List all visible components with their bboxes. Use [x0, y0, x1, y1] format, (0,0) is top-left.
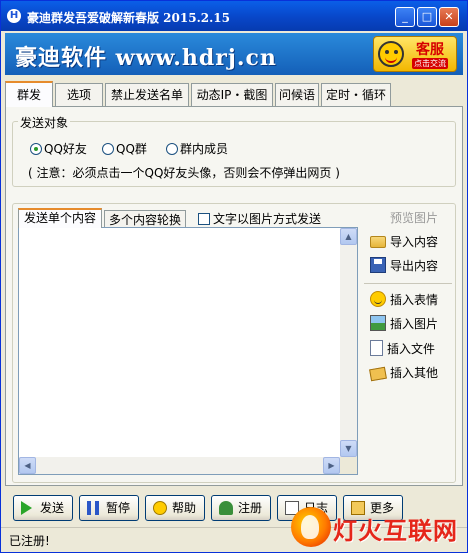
tab-dynamic-ip-screenshot[interactable]: 动态IP・截图 — [191, 83, 273, 107]
pause-button[interactable]: 暂停 — [79, 495, 139, 521]
radio-indicator — [166, 143, 178, 155]
file-icon — [370, 340, 383, 356]
status-text: 已注册! — [9, 534, 50, 548]
side-divider — [364, 283, 452, 284]
picture-icon — [370, 315, 386, 331]
insert-other-button[interactable]: 插入其他 — [369, 363, 439, 383]
smiley-face-icon — [378, 41, 404, 67]
scroll-down-arrow-icon[interactable]: ▼ — [340, 440, 357, 457]
import-content-button[interactable]: 导入内容 — [370, 232, 438, 252]
insert-other-label: 插入其他 — [390, 366, 439, 380]
play-icon — [21, 501, 32, 515]
radio-indicator — [102, 143, 114, 155]
tab-mass-send[interactable]: 群发 — [5, 81, 53, 107]
insert-emoji-button[interactable]: 插入表情 — [370, 290, 438, 310]
help-button-label: 帮助 — [172, 501, 197, 515]
radio-group-members-label: 群内成员 — [180, 142, 229, 156]
insert-image-button[interactable]: 插入图片 — [370, 314, 438, 334]
smiley-icon — [370, 291, 386, 307]
pause-button-label: 暂停 — [106, 501, 131, 515]
insert-file-label: 插入文件 — [387, 342, 436, 356]
main-window: H 豪迪群发吾爱破解新春版 2015.2.15 _ □ ✕ 豪迪软件 www.h… — [0, 0, 468, 553]
customer-service-label: 客服 — [416, 42, 444, 58]
send-button[interactable]: 发送 — [13, 495, 73, 521]
insert-emoji-label: 插入表情 — [390, 293, 439, 307]
radio-selected-indicator — [30, 143, 42, 155]
tab-schedule-loop[interactable]: 定时・循环 — [321, 83, 391, 107]
minimize-button[interactable]: _ — [395, 7, 415, 27]
import-content-label: 导入内容 — [390, 235, 439, 249]
horizontal-scrollbar[interactable]: ◀ ▶ — [19, 457, 340, 474]
scroll-right-arrow-icon[interactable]: ▶ — [323, 457, 340, 474]
insert-file-button[interactable]: 插入文件 — [370, 339, 435, 359]
brand-logo-text: 豪迪软件 www.hdrj.cn — [15, 45, 277, 71]
window-title: 豪迪群发吾爱破解新春版 2015.2.15 — [27, 11, 230, 25]
send-button-label: 发送 — [40, 501, 65, 515]
image-mode-checkbox[interactable]: 文字以图片方式发送 — [198, 212, 321, 226]
radio-qq-groups[interactable]: QQ群 — [102, 142, 147, 156]
radio-qq-groups-label: QQ群 — [116, 142, 147, 156]
save-disk-icon — [370, 257, 386, 273]
watermark-text: 灯火互联网 — [333, 517, 458, 545]
vertical-scrollbar[interactable]: ▲ ▼ — [340, 228, 357, 457]
export-content-button[interactable]: 导出内容 — [370, 256, 438, 276]
close-button[interactable]: ✕ — [439, 7, 459, 27]
customer-service-button[interactable]: 客服 点击交流 — [373, 36, 457, 72]
message-editor[interactable]: ▲ ▼ ◀ ▶ — [18, 227, 358, 475]
radio-group-members[interactable]: 群内成员 — [166, 142, 228, 156]
folder-open-icon — [370, 236, 386, 248]
customer-service-sublabel: 点击交流 — [412, 58, 448, 69]
radio-qq-friends[interactable]: QQ好友 — [30, 142, 87, 156]
checkbox-box — [198, 213, 210, 225]
register-button[interactable]: 注册 — [211, 495, 271, 521]
register-button-label: 注册 — [238, 501, 263, 515]
brand-banner: 豪迪软件 www.hdrj.cn 客服 点击交流 — [5, 33, 463, 75]
clip-icon — [369, 366, 387, 382]
mass-send-panel: 发送对象 QQ好友 QQ群 群内成员 ( 注意：必须点击一个QQ好友头像，否则会… — [5, 106, 463, 486]
subtab-single-content[interactable]: 发送单个内容 — [18, 208, 102, 228]
title-bar[interactable]: H 豪迪群发吾爱破解新春版 2015.2.15 _ □ ✕ — [1, 1, 467, 31]
image-mode-checkbox-label: 文字以图片方式发送 — [213, 212, 322, 226]
radio-qq-friends-label: QQ好友 — [44, 142, 87, 156]
scroll-left-arrow-icon[interactable]: ◀ — [19, 457, 36, 474]
subtab-rotate-content[interactable]: 多个内容轮换 — [104, 210, 186, 228]
maximize-button[interactable]: □ — [417, 7, 437, 27]
site-watermark: 灯火互联网 — [291, 501, 467, 553]
user-icon — [219, 501, 233, 515]
pause-icon — [87, 501, 99, 515]
scrollbar-corner — [340, 457, 357, 474]
insert-image-label: 插入图片 — [390, 317, 439, 331]
tab-options[interactable]: 选项 — [55, 83, 103, 107]
send-target-legend: 发送对象 — [18, 114, 71, 131]
app-icon: H — [7, 9, 21, 23]
tab-block-list[interactable]: 禁止发送名单 — [105, 83, 189, 107]
export-content-label: 导出内容 — [390, 259, 439, 273]
scroll-up-arrow-icon[interactable]: ▲ — [340, 228, 357, 245]
preview-image-button[interactable]: 预览图片 — [390, 208, 438, 228]
send-target-note: ( 注意：必须点击一个QQ好友头像，否则会不停弹出网页 ) — [28, 166, 340, 180]
help-icon — [153, 501, 167, 515]
flame-logo-icon — [291, 507, 331, 547]
help-button[interactable]: 帮助 — [145, 495, 205, 521]
tab-greetings[interactable]: 问候语 — [275, 83, 319, 107]
